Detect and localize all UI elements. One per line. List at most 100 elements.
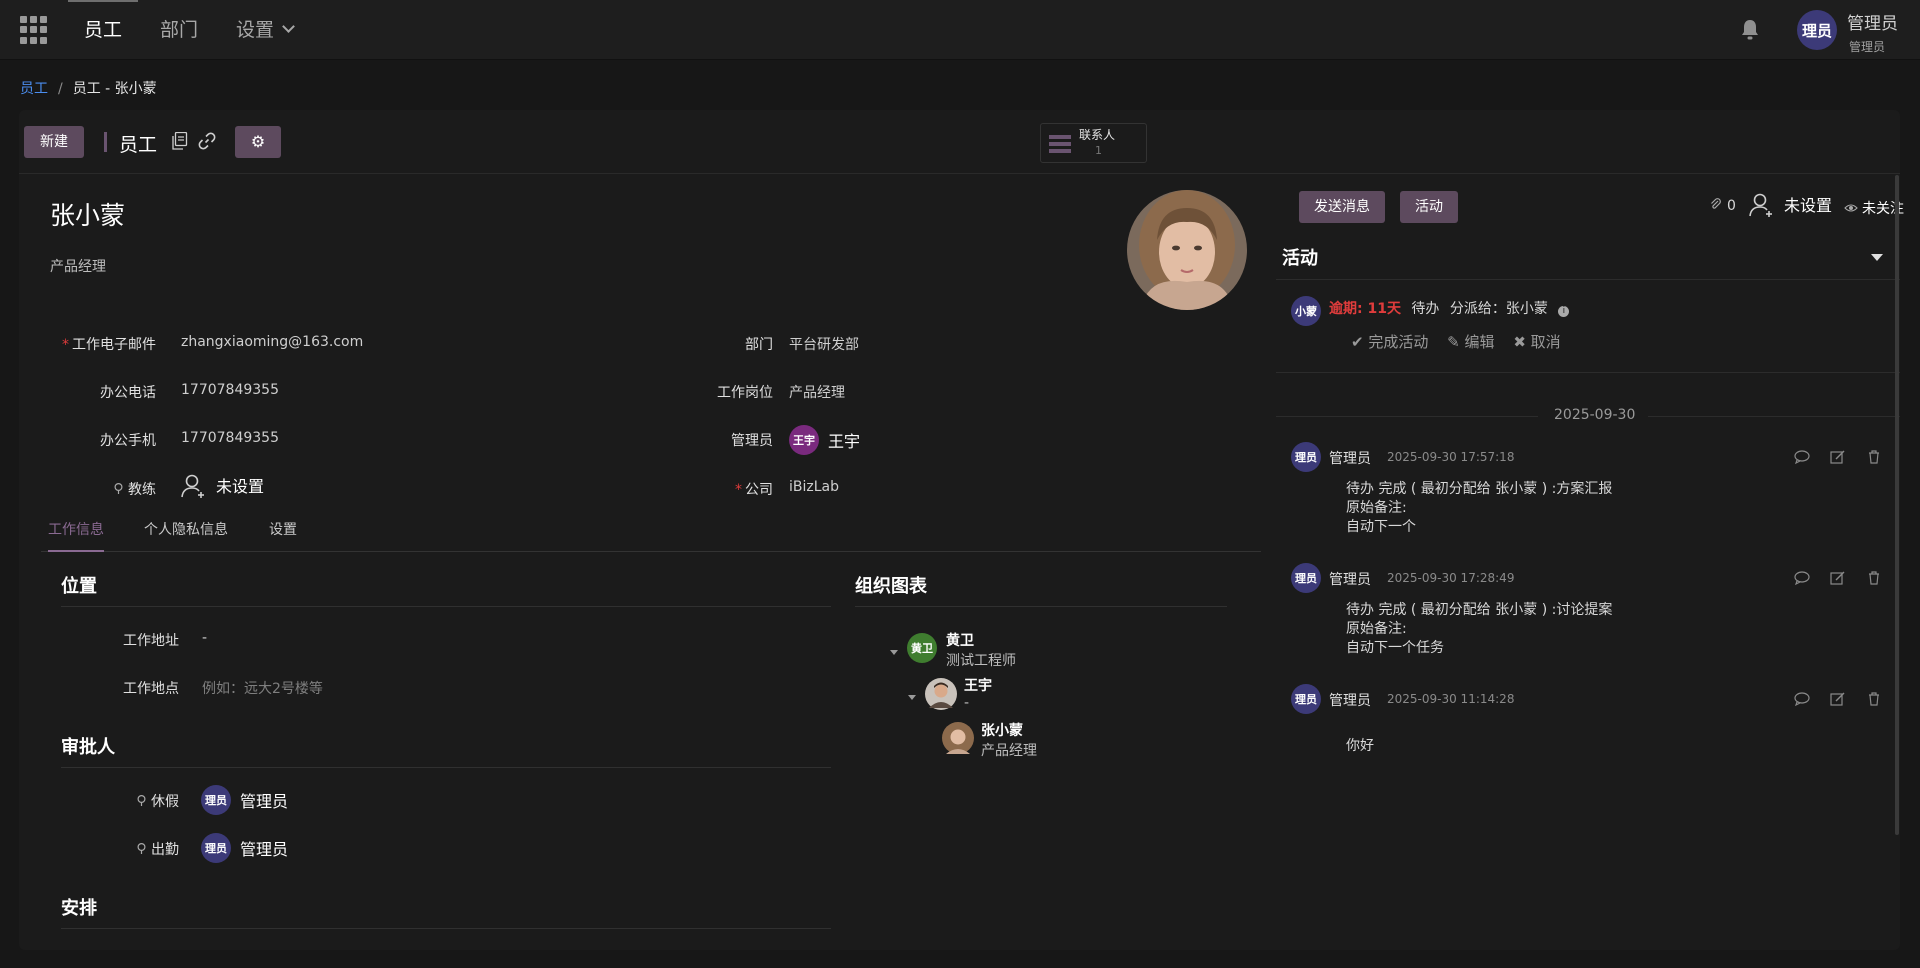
- gear-button[interactable]: ⚙: [235, 126, 281, 158]
- org-node-avatar[interactable]: 黄卫: [907, 633, 937, 663]
- message-author[interactable]: 管理员: [1329, 690, 1371, 710]
- manager-field[interactable]: 王宇 王宇: [789, 425, 860, 455]
- work-email-label-text: 工作电子邮件: [72, 337, 156, 353]
- link-icon[interactable]: [198, 132, 216, 150]
- org-node-job: -: [964, 695, 970, 711]
- employee-name[interactable]: 张小蒙: [50, 196, 125, 232]
- copy-icon[interactable]: [172, 132, 188, 150]
- collapse-caret-icon[interactable]: [1871, 254, 1883, 261]
- activities-divider: [1276, 279, 1900, 280]
- user-name[interactable]: 管理员: [1847, 9, 1898, 34]
- mobile-field[interactable]: 17707849355: [181, 430, 279, 446]
- org-node-photo[interactable]: [942, 722, 974, 754]
- message-time: 2025-09-30 11:14:28: [1387, 692, 1515, 706]
- bell-icon[interactable]: [1740, 19, 1760, 41]
- user-avatar[interactable]: 理员: [1797, 10, 1837, 50]
- toolbar-divider: [104, 132, 107, 152]
- work-address-field[interactable]: -: [202, 630, 207, 646]
- attendance-approver-field[interactable]: 理员 管理员: [201, 833, 288, 863]
- new-button[interactable]: 新建: [24, 126, 84, 158]
- mark-done-button[interactable]: ✔ 完成活动: [1351, 333, 1428, 351]
- contacts-smart-button[interactable]: 联系人 1: [1040, 123, 1147, 163]
- org-node-job: 测试工程师: [946, 653, 1016, 669]
- activity-divider: [1276, 372, 1900, 373]
- coach-field[interactable]: 未设置: [181, 473, 264, 499]
- followers-button[interactable]: 未设置: [1749, 192, 1832, 218]
- reply-icon[interactable]: [1794, 449, 1810, 465]
- message-tools: [1794, 570, 1884, 588]
- section-divider: [61, 767, 831, 768]
- org-node-job: 产品经理: [981, 743, 1037, 759]
- user-subtitle: 管理员: [1849, 40, 1886, 54]
- job-position-label: 工作岗位: [717, 385, 773, 401]
- schedule-section-title: 安排: [61, 898, 97, 919]
- work-email-field[interactable]: zhangxiaoming@163.com: [181, 334, 363, 350]
- activity-summary: 逾期: 11天 待办 分派给：张小蒙 i: [1329, 298, 1570, 318]
- coach-label: 教练: [114, 479, 156, 499]
- trash-icon[interactable]: [1866, 449, 1882, 465]
- nav-departments[interactable]: 部门: [160, 0, 198, 60]
- attachments-count[interactable]: 0: [1710, 198, 1736, 214]
- org-node-photo[interactable]: [925, 678, 957, 710]
- date-divider-right: [1648, 416, 1900, 417]
- send-message-button[interactable]: 发送消息: [1299, 191, 1385, 223]
- tab-work-info[interactable]: 工作信息: [48, 520, 104, 552]
- reply-icon[interactable]: [1794, 691, 1810, 707]
- lightbulb-icon: [137, 843, 146, 854]
- form-toolbar: 新建 员工 ⚙ 联系人 1: [19, 110, 1900, 174]
- coach-label-text: 教练: [128, 482, 156, 498]
- reply-icon[interactable]: [1794, 570, 1810, 586]
- cancel-activity-button[interactable]: ✖ 取消: [1513, 333, 1560, 351]
- edit-icon[interactable]: [1830, 449, 1846, 465]
- org-chart-title: 组织图表: [855, 576, 927, 597]
- company-field[interactable]: iBizLab: [789, 479, 839, 495]
- message-body: 你好: [1346, 737, 1374, 756]
- job-position-field[interactable]: 产品经理: [789, 382, 845, 402]
- department-field[interactable]: 平台研发部: [789, 334, 859, 354]
- edit-icon[interactable]: [1830, 691, 1846, 707]
- trash-icon[interactable]: [1866, 570, 1882, 586]
- department-label: 部门: [745, 337, 773, 353]
- collapse-caret-icon[interactable]: [890, 650, 898, 655]
- message-avatar: 理员: [1291, 684, 1321, 714]
- leave-approver-field[interactable]: 理员 管理员: [201, 785, 288, 815]
- work-location-input[interactable]: 例如：远大2号楼等: [202, 678, 323, 698]
- activity-button[interactable]: 活动: [1400, 191, 1458, 223]
- manager-value: 王宇: [828, 432, 861, 451]
- info-icon[interactable]: i: [1558, 306, 1570, 317]
- edit-icon[interactable]: [1830, 570, 1846, 586]
- collapse-caret-icon[interactable]: [908, 695, 916, 700]
- nav-settings[interactable]: 设置: [236, 0, 295, 60]
- chatter-scrollbar[interactable]: [1895, 175, 1899, 835]
- employee-job-title[interactable]: 产品经理: [50, 256, 106, 276]
- chevron-down-icon: [282, 20, 295, 33]
- work-location-label: 工作地点: [123, 681, 179, 697]
- message-line: 自动下一个: [1346, 519, 1416, 535]
- work-phone-field[interactable]: 17707849355: [181, 382, 279, 398]
- employee-photo[interactable]: [1127, 190, 1247, 310]
- org-node-name[interactable]: 黄卫: [946, 630, 974, 650]
- edit-activity-button[interactable]: ✎ 编辑: [1447, 333, 1494, 351]
- message-avatar: 理员: [1291, 442, 1321, 472]
- form-tabs: 工作信息 个人隐私信息 设置: [41, 520, 1261, 552]
- contacts-label: 联系人: [1079, 128, 1116, 142]
- leave-approver-label: 休假: [137, 791, 179, 811]
- breadcrumb-separator: /: [58, 81, 63, 97]
- employee-photo-image: [1127, 190, 1247, 310]
- org-node-name[interactable]: 王宇: [964, 675, 992, 695]
- message-time: 2025-09-30 17:28:49: [1387, 571, 1515, 585]
- apps-grid-icon[interactable]: [20, 16, 48, 44]
- attendance-approver-label-text: 出勤: [151, 842, 179, 858]
- trash-icon[interactable]: [1866, 691, 1882, 707]
- required-marker: *: [62, 337, 69, 353]
- message-author[interactable]: 管理员: [1329, 569, 1371, 589]
- tab-settings[interactable]: 设置: [269, 520, 297, 552]
- message-author[interactable]: 管理员: [1329, 448, 1371, 468]
- nav-employees[interactable]: 员工: [67, 0, 139, 60]
- attendance-approver-value: 管理员: [240, 840, 289, 859]
- breadcrumb-parent-link[interactable]: 员工: [20, 81, 48, 97]
- org-node-name[interactable]: 张小蒙: [981, 720, 1023, 740]
- message-tools: [1794, 691, 1884, 709]
- activity-assigned: 分派给：张小蒙: [1449, 301, 1548, 317]
- tab-private-info[interactable]: 个人隐私信息: [144, 520, 228, 552]
